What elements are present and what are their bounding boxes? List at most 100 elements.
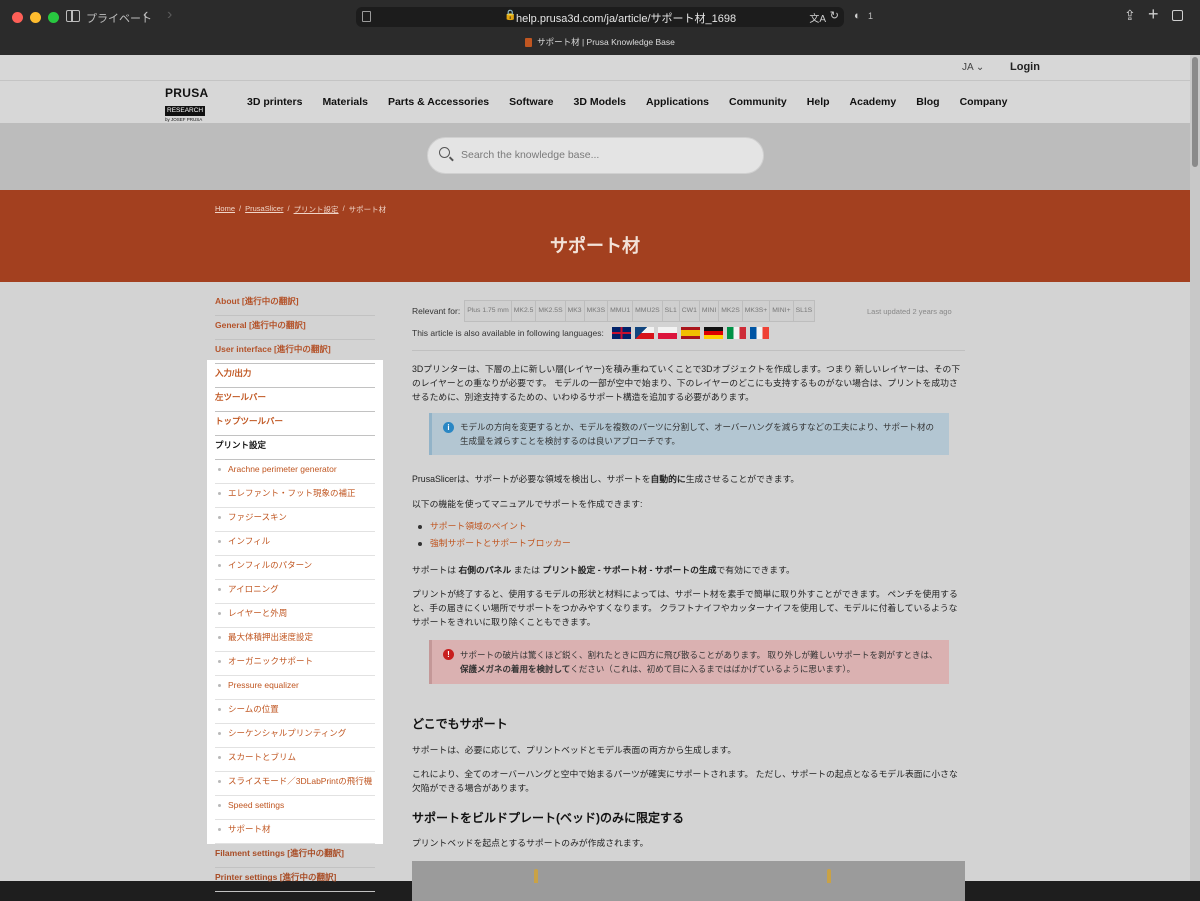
login-link[interactable]: Login (1010, 61, 1040, 73)
sidebar-item[interactable]: 左ツールバー (215, 388, 375, 412)
article-link[interactable]: サポート領域のペイント (417, 518, 571, 535)
everywhere-paragraph-1: サポートは、必要に応じて、プリントベッドとモデル表面の両方から生成します。 (412, 745, 737, 755)
printer-chip[interactable]: MK3S+ (741, 300, 771, 322)
tab-title[interactable]: サポート材 | Prusa Knowledge Base (0, 36, 1200, 48)
nav-item[interactable]: Blog (916, 96, 939, 108)
flag-de-icon[interactable] (703, 327, 723, 339)
heading-buildplate: サポートをビルドプレート(ベッド)のみに限定する (412, 811, 684, 825)
printer-chip[interactable]: MK3S (583, 300, 609, 322)
flag-es-icon[interactable] (680, 327, 700, 339)
printer-chip[interactable]: MINI (698, 300, 720, 322)
sidebar-subitem[interactable]: Arachne perimeter generator (215, 460, 375, 484)
nav-item[interactable]: Materials (322, 96, 368, 108)
sidebar-item[interactable]: トップツールバー (215, 412, 375, 436)
sidebar-item[interactable]: 入力/出力 (215, 364, 375, 388)
sidebar-subitem[interactable]: 最大体積押出速度設定 (215, 628, 375, 652)
flag-fr-icon[interactable] (749, 327, 769, 339)
sidebar-item[interactable]: User interface [進行中の翻訳] (215, 340, 375, 364)
sidebar-subitem[interactable]: インフィル (215, 532, 375, 556)
sidebar-subitem[interactable]: Pressure equalizer (215, 676, 375, 700)
breadcrumb-separator: / (287, 204, 290, 213)
auto-bold: 自動的に (650, 474, 686, 484)
search-input[interactable]: Search the knowledge base... (427, 137, 764, 174)
forward-arrow-icon[interactable]: › (167, 6, 172, 24)
enable-bold-1: 右側のパネル (458, 565, 512, 575)
warn-text-1: サポートの破片は驚くほど鋭く、割れたときに四方に飛び散ることがあります。 取り外… (460, 650, 938, 660)
info-callout: i モデルの方向を変更するとか、モデルを複数のパーツに分割して、オーバーハングを… (429, 413, 949, 455)
zoom-window-button[interactable] (48, 12, 59, 23)
sidebar-item[interactable]: Filament settings [進行中の翻訳] (215, 844, 375, 868)
breadcrumb-link[interactable]: プリント設定 (294, 204, 339, 215)
address-bar[interactable]: 🔒 help.prusa3d.com/ja/article/サポート材_1698… (356, 7, 844, 27)
article-image (412, 861, 965, 901)
sidebar-toggle-icon[interactable] (66, 10, 80, 22)
nav-item[interactable]: Community (729, 96, 787, 108)
nav-item[interactable]: 3D Models (573, 96, 626, 108)
printer-chip[interactable]: SL1 (661, 300, 680, 322)
breadcrumb-separator: / (342, 204, 345, 213)
enable-text-2: または (511, 565, 543, 575)
nav-item[interactable]: Applications (646, 96, 709, 108)
language-flags: This article is also available in follow… (412, 327, 769, 339)
main-navigation: PRUSA RESEARCH by JOSEF PRUSA 3D printer… (0, 81, 1190, 123)
printer-chip[interactable]: MK3 (564, 300, 585, 322)
language-selector[interactable]: JA ⌄ (962, 62, 984, 73)
sidebar-item-active[interactable]: プリント設定 (215, 436, 375, 460)
sidebar-subitem[interactable]: インフィルのパターン (215, 556, 375, 580)
nav-item[interactable]: Help (807, 96, 830, 108)
flag-uk-icon[interactable] (611, 327, 631, 339)
printer-chip[interactable]: Plus 1.75 mm (464, 300, 512, 322)
printer-chip[interactable]: MMU2S (632, 300, 663, 322)
sidebar-subitem[interactable]: サポート材 (215, 820, 375, 844)
printer-chip[interactable]: SL1S (792, 300, 816, 322)
scrollbar-thumb[interactable] (1192, 57, 1198, 167)
nav-item[interactable]: Company (960, 96, 1008, 108)
article-link[interactable]: 強制サポートとサポートブロッカー (417, 535, 571, 552)
sidebar-item[interactable]: Printer settings [進行中の翻訳] (215, 868, 375, 892)
sidebar-subitem[interactable]: Speed settings (215, 796, 375, 820)
tab-overview-icon[interactable] (1172, 10, 1183, 21)
sidebar-subitem[interactable]: アイロニング (215, 580, 375, 604)
nav-item[interactable]: Software (509, 96, 553, 108)
sidebar-subitem[interactable]: シーケンシャルプリンティング (215, 724, 375, 748)
page-menu-icon[interactable] (362, 11, 371, 22)
sidebar-item[interactable]: General [進行中の翻訳] (215, 316, 375, 340)
flag-it-icon[interactable] (726, 327, 746, 339)
sidebar-subitem[interactable]: レイヤーと外周 (215, 604, 375, 628)
page-scrollbar[interactable] (1190, 55, 1200, 881)
sidebar-subitem[interactable]: シームの位置 (215, 700, 375, 724)
translate-icon[interactable]: 文A (809, 10, 826, 25)
breadcrumb-link[interactable]: PrusaSlicer (245, 204, 283, 215)
url-text: help.prusa3d.com/ja/article/サポート材_1698 (516, 13, 737, 25)
sidebar-subitem[interactable]: ファジースキン (215, 508, 375, 532)
nav-item[interactable]: 3D printers (247, 96, 302, 108)
flag-pl-icon[interactable] (657, 327, 677, 339)
printer-chip[interactable]: MINI+ (769, 300, 794, 322)
close-window-button[interactable] (12, 12, 23, 23)
nav-item[interactable]: Academy (850, 96, 897, 108)
reload-icon[interactable]: ↻ (830, 9, 839, 22)
back-arrow-icon[interactable]: ‹ (143, 6, 148, 24)
relevant-label: Relevant for: (412, 306, 461, 316)
sidebar-subitem[interactable]: オーガニックサポート (215, 652, 375, 676)
sidebar-subitem[interactable]: スライスモード／3DLabPrintの飛行機 (215, 772, 375, 796)
sidebar-subitem[interactable]: スカートとブリム (215, 748, 375, 772)
printer-chip[interactable]: MMU1 (607, 300, 634, 322)
printer-chip[interactable]: CW1 (678, 300, 700, 322)
sidebar-subitem[interactable]: エレファント・フット現象の補正 (215, 484, 375, 508)
nav-item[interactable]: Parts & Accessories (388, 96, 489, 108)
heading-everywhere: どこでもサポート (412, 717, 508, 731)
printer-chip[interactable]: MK2.5S (535, 300, 566, 322)
prusa-logo[interactable]: PRUSA RESEARCH by JOSEF PRUSA (165, 87, 214, 122)
printer-chip[interactable]: MK2S (718, 300, 743, 322)
minimize-window-button[interactable] (30, 12, 41, 23)
tab-title-text: サポート材 | Prusa Knowledge Base (537, 37, 675, 47)
warn-bold: 保護メガネの着用を検討して (460, 664, 571, 674)
printer-chip[interactable]: MK2.5 (510, 300, 537, 322)
sidebar-item[interactable]: About [進行中の翻訳] (215, 292, 375, 316)
share-icon[interactable]: ⇪ (1124, 7, 1136, 24)
flag-cz-icon[interactable] (634, 327, 654, 339)
breadcrumb-link[interactable]: Home (215, 204, 235, 215)
new-tab-icon[interactable]: + (1148, 4, 1159, 25)
privacy-shield-icon[interactable]: ◐ (854, 10, 861, 22)
